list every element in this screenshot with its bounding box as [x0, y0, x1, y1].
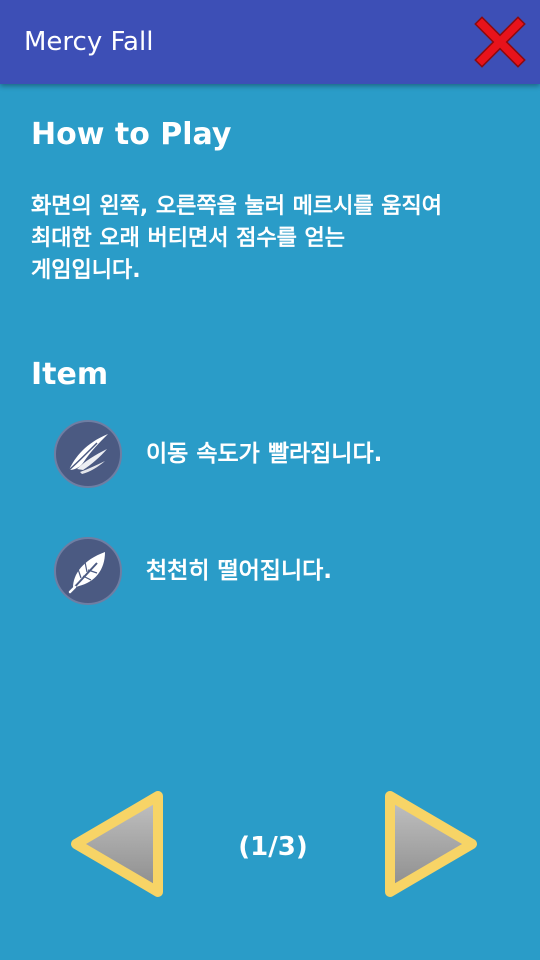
- previous-page-button[interactable]: [66, 788, 170, 900]
- wing-icon: [53, 419, 123, 489]
- left-triangle-icon: [71, 791, 163, 897]
- close-x-icon: [474, 16, 526, 68]
- description-line: 화면의 왼쪽, 오른쪽을 눌러 메르시를 움직여: [31, 194, 442, 219]
- how-to-play-heading: How to Play: [31, 117, 232, 152]
- close-button[interactable]: [472, 14, 528, 70]
- item-speed-boost: 이동 속도가 빨라집니다.: [53, 419, 513, 489]
- how-to-play-description: 화면의 왼쪽, 오른쪽을 눌러 메르시를 움직여 최대한 오래 버티면서 점수를…: [31, 191, 521, 287]
- app-bar: Mercy Fall: [0, 0, 540, 84]
- page-indicator: (1/3): [238, 832, 308, 862]
- item-heading: Item: [31, 357, 109, 392]
- description-line: 최대한 오래 버티면서 점수를 얻는: [31, 226, 345, 251]
- item-slow-fall: 천천히 떨어집니다.: [53, 536, 513, 606]
- feather-icon: [53, 536, 123, 606]
- item-description: 이동 속도가 빨라집니다.: [146, 441, 383, 467]
- item-description: 천천히 떨어집니다.: [146, 558, 333, 584]
- next-page-button[interactable]: [378, 788, 482, 900]
- app-title: Mercy Fall: [24, 27, 154, 57]
- right-triangle-icon: [385, 791, 477, 897]
- description-line: 게임입니다.: [31, 258, 141, 283]
